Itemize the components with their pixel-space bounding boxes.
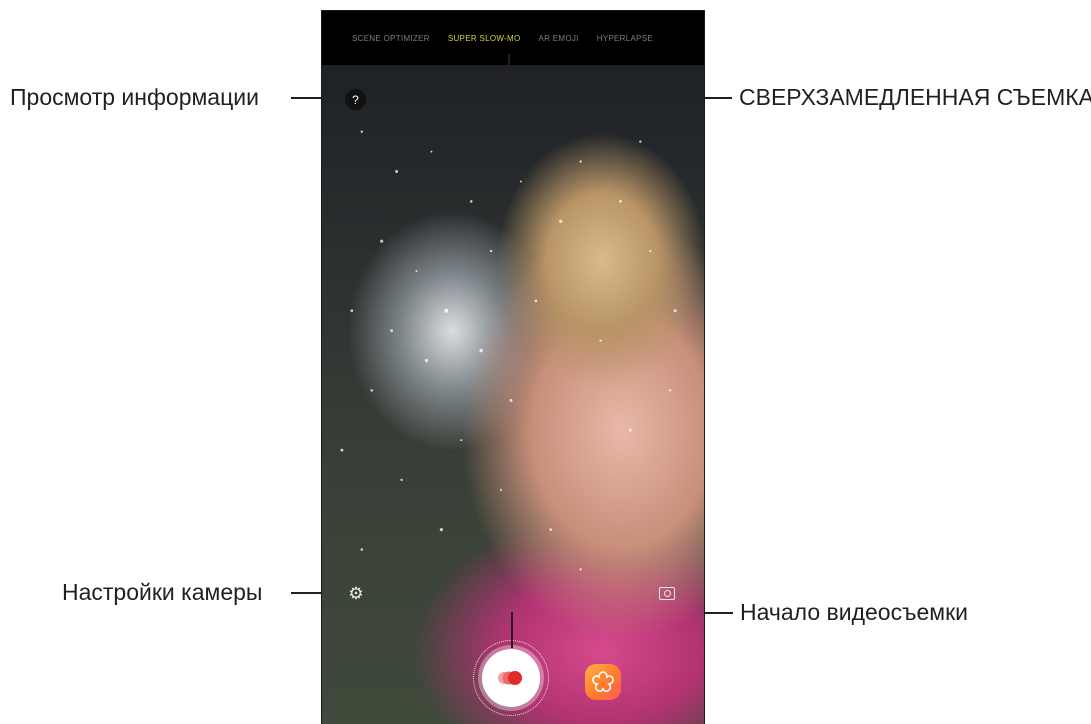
start-recording-callout-label: Начало видеосъемки xyxy=(740,599,968,625)
record-icon xyxy=(498,671,522,685)
mode-tab-super-slow-mo[interactable]: SUPER SLOW-MO xyxy=(448,34,521,43)
question-mark-icon[interactable]: ? xyxy=(345,89,366,110)
record-button[interactable] xyxy=(482,649,540,707)
gear-icon[interactable]: ⚙ xyxy=(347,585,365,603)
info-callout-label: Просмотр информации xyxy=(10,84,259,110)
camera-mode-bar[interactable]: SCENE OPTIMIZER SUPER SLOW-MO AR EMOJI H… xyxy=(322,11,704,65)
bixby-vision-icon xyxy=(592,671,614,692)
mode-tab-scene-optimizer[interactable]: SCENE OPTIMIZER xyxy=(352,34,430,43)
mode-tab-hyperlapse[interactable]: HYPERLAPSE xyxy=(597,34,653,43)
switch-camera-icon[interactable] xyxy=(659,587,675,600)
super-slow-mo-callout-line-v xyxy=(508,54,510,99)
camera-viewfinder[interactable]: SCENE OPTIMIZER SUPER SLOW-MO AR EMOJI H… xyxy=(321,10,705,724)
super-slow-mo-callout-label: СВЕРХЗАМЕДЛЕННАЯ СЪЕМКА xyxy=(739,84,1091,110)
bixby-vision-button[interactable] xyxy=(585,664,621,700)
water-droplets xyxy=(340,130,677,571)
mode-tab-ar-emoji[interactable]: AR EMOJI xyxy=(539,34,579,43)
start-recording-callout-line-v xyxy=(511,612,513,648)
camera-settings-callout-label: Настройки камеры xyxy=(62,579,263,605)
